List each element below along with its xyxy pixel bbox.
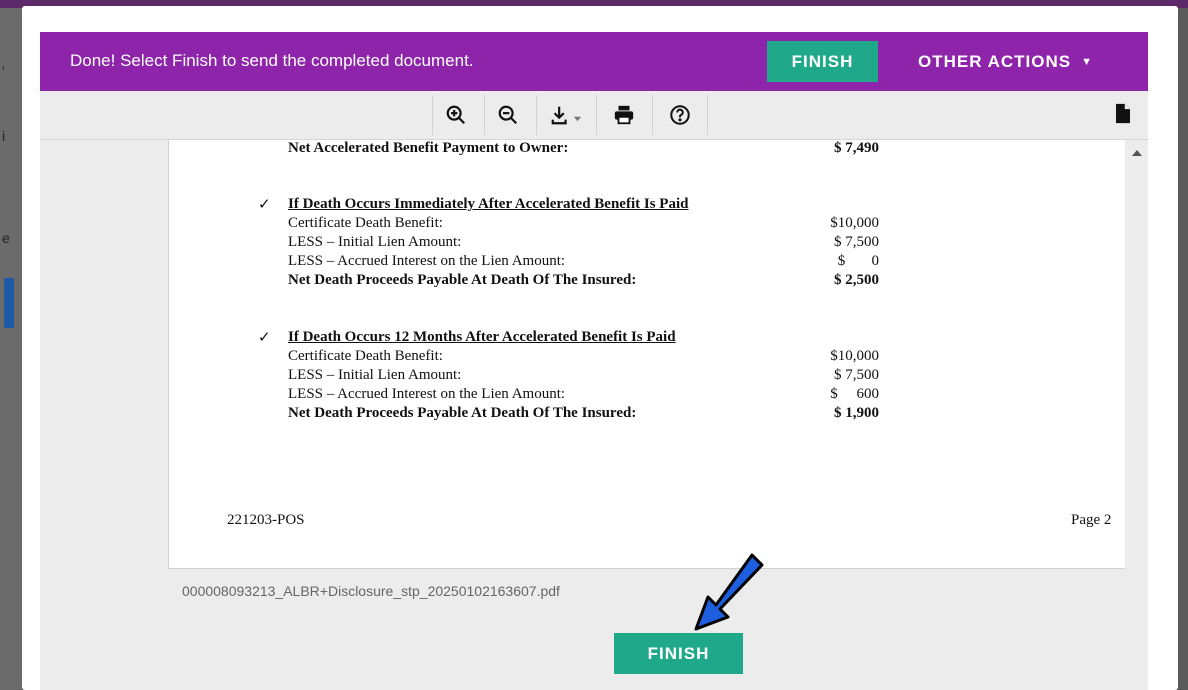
other-actions-menu[interactable]: OTHER ACTIONS ▼: [918, 52, 1093, 72]
vertical-scrollbar[interactable]: [1125, 140, 1148, 690]
section-heading: If Death Occurs 12 Months After Accelera…: [288, 329, 676, 345]
document-toolbar: [40, 91, 1148, 140]
scroll-up-arrow-icon[interactable]: [1132, 150, 1142, 156]
signing-modal: Done! Select Finish to send the complete…: [22, 6, 1178, 690]
background-blue-element: [4, 278, 14, 328]
print-icon[interactable]: [596, 95, 651, 135]
total-amount: $ 2,500: [834, 272, 879, 288]
row-label: Certificate Death Benefit:: [288, 348, 443, 364]
checkmark-icon: ✓: [258, 330, 271, 346]
zoom-in-icon[interactable]: [432, 95, 479, 135]
chevron-down-icon: [573, 116, 582, 121]
document-filename: 000008093213_ALBR+Disclosure_stp_2025010…: [182, 583, 560, 599]
row-amount: $10,000: [830, 215, 879, 231]
page-number: Page 2: [1071, 512, 1112, 528]
document-page: Net Accelerated Benefit Payment to Owner…: [168, 140, 1127, 569]
row-label: LESS – Initial Lien Amount:: [288, 367, 462, 383]
help-icon[interactable]: [652, 95, 708, 135]
banner-message: Done! Select Finish to send the complete…: [70, 51, 474, 70]
section-heading: If Death Occurs Immediately After Accele…: [288, 196, 689, 212]
finish-button-bottom[interactable]: FINISH: [614, 633, 743, 674]
document-viewer[interactable]: Net Accelerated Benefit Payment to Owner…: [40, 140, 1148, 690]
checkmark-icon: ✓: [258, 197, 271, 213]
total-amount: $ 1,900: [834, 405, 879, 421]
row-amount: $ 0: [837, 253, 879, 269]
other-actions-label: OTHER ACTIONS: [918, 52, 1072, 71]
document-icon[interactable]: [1114, 103, 1132, 129]
total-label: Net Death Proceeds Payable At Death Of T…: [288, 405, 637, 421]
row-label: LESS – Initial Lien Amount:: [288, 234, 462, 250]
row-label: Certificate Death Benefit:: [288, 215, 443, 231]
zoom-out-icon[interactable]: [484, 95, 531, 135]
background-text-fragment: ': [2, 63, 5, 79]
download-icon[interactable]: [536, 95, 595, 135]
caret-down-icon: ▼: [1081, 56, 1093, 68]
pointer-arrow-icon: [694, 553, 764, 631]
background-text-fragment: i: [2, 128, 6, 144]
row-amount: $ 600: [830, 386, 879, 402]
row-amount: $ 7,500: [834, 367, 879, 383]
background-text-fragment: e: [2, 230, 10, 246]
finish-button-top[interactable]: FINISH: [767, 41, 878, 82]
row-amount: $ 7,500: [834, 234, 879, 250]
row-label: LESS – Accrued Interest on the Lien Amou…: [288, 253, 566, 269]
row-label: LESS – Accrued Interest on the Lien Amou…: [288, 386, 566, 402]
background-page-edge: ' i e: [0, 8, 22, 690]
completion-banner: Done! Select Finish to send the complete…: [40, 32, 1148, 91]
total-label: Net Death Proceeds Payable At Death Of T…: [288, 272, 637, 288]
partial-line-label: Net Accelerated Benefit Payment to Owner…: [288, 140, 569, 156]
page-footer-code: 221203-POS: [227, 512, 305, 528]
row-amount: $10,000: [830, 348, 879, 364]
partial-line-amount: $ 7,490: [834, 140, 879, 156]
